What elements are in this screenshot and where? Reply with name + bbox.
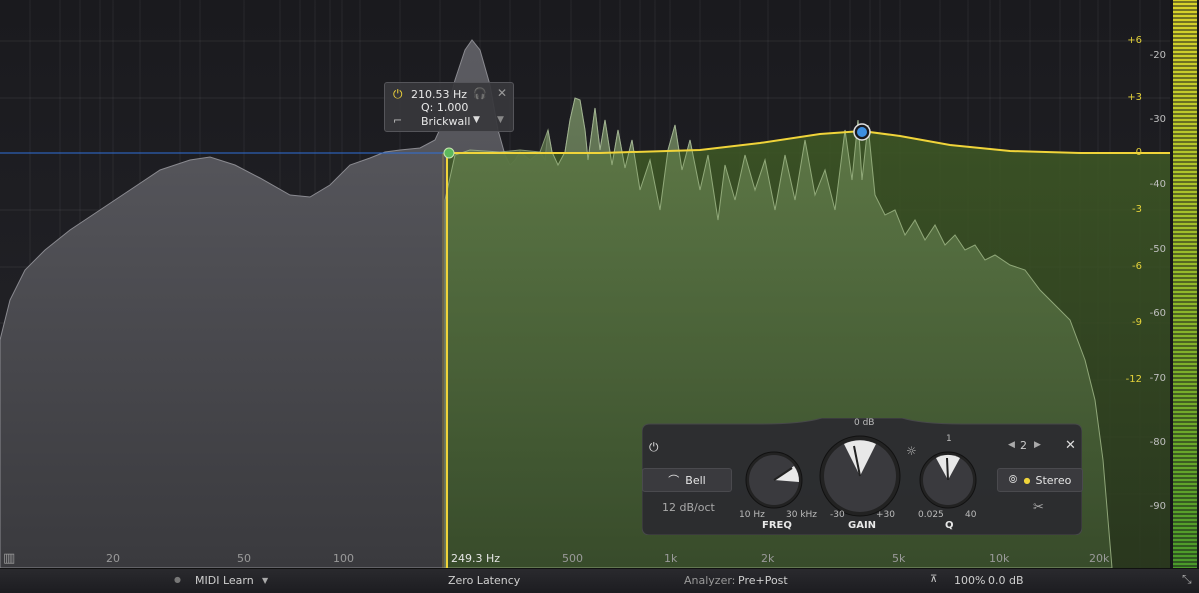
cursor-frequency: 249.3 Hz (451, 552, 501, 565)
output-level-meter (1173, 0, 1197, 568)
gain-scale-label: -3 (1132, 204, 1142, 215)
popup-frequency[interactable]: 210.53 Hz (411, 88, 467, 101)
q-min: 0.025 (918, 510, 944, 520)
midi-indicator-icon: ● (174, 575, 181, 584)
close-icon[interactable]: ✕ (497, 86, 507, 100)
gain-zero: 0 dB (854, 418, 875, 428)
popup-shape[interactable]: Brickwall (421, 115, 470, 128)
q-knob[interactable] (918, 450, 978, 510)
band-1-node[interactable] (443, 147, 455, 159)
band-close-icon[interactable]: ✕ (1065, 438, 1076, 453)
stereo-label: Stereo (1035, 473, 1072, 487)
scissors-icon[interactable]: ✂ (1033, 500, 1044, 515)
analyzer-label: Analyzer: (684, 574, 736, 587)
shape-label: Bell (685, 473, 706, 487)
freq-knob[interactable] (744, 450, 804, 510)
frequency-axis-label: 10k (989, 552, 1010, 565)
more-dropdown-icon[interactable]: ▼ (497, 115, 504, 125)
slope-shape-icon: ⌐ (393, 114, 403, 127)
zoom-level[interactable]: 100% (954, 574, 985, 587)
headphones-icon[interactable]: 🎧 (473, 87, 487, 100)
freq-max: 30 kHz (786, 510, 818, 520)
db-scale-label: -50 (1149, 244, 1166, 255)
freq-title: FREQ (762, 520, 792, 531)
bell-shape-icon: ⌒ (668, 474, 680, 487)
eq-plugin-window: +6 +3 0 -3 -6 -9 -12 -20 -30 -40 -50 -60 -70 -80 -90 … (0, 0, 1199, 593)
stereo-dot-icon: ● (1023, 475, 1031, 485)
frequency-axis-label: 20k (1089, 552, 1110, 565)
band-popup[interactable]: ⏻ 210.53 Hz 🎧 ✕ Q: 1.000 ⌐ Brickwall ▼ ▼ (384, 82, 514, 132)
output-gain[interactable]: 0.0 dB (988, 574, 1024, 587)
midi-learn-button[interactable]: MIDI Learn (195, 574, 254, 587)
db-scale-label: -70 (1149, 373, 1166, 384)
band-2-node-core (857, 127, 867, 137)
shape-dropdown-icon[interactable]: ▼ (473, 115, 480, 125)
band-control-panel: ⏻ ⌒ Bell 12 dB/oct 10 Hz 30 kHz FREQ 0 d… (642, 418, 1083, 535)
shape-button[interactable]: ⌒ Bell (642, 468, 732, 492)
db-scale-label: -60 (1149, 308, 1166, 319)
bottom-bar: ● MIDI Learn ▼ Zero Latency Analyzer: Pr… (0, 568, 1199, 593)
frequency-axis-label: 1k (664, 552, 678, 565)
db-scale-label: -90 (1149, 501, 1166, 512)
band-number: 2 (1020, 439, 1027, 452)
db-scale-label: -40 (1149, 179, 1166, 190)
resize-icon[interactable]: ⤡ (1182, 572, 1192, 587)
stereo-button[interactable]: ⦾ ● Stereo (997, 468, 1083, 492)
band-power-icon[interactable]: ⏻ (649, 440, 659, 455)
analyzer-bars-icon[interactable]: ▥ (3, 551, 15, 566)
gain-knob[interactable] (818, 434, 902, 518)
next-band-icon[interactable]: ▶ (1034, 440, 1041, 450)
midi-dropdown-icon[interactable]: ▼ (262, 576, 268, 585)
slope-label[interactable]: 12 dB/oct (662, 501, 715, 514)
gain-settings-icon[interactable]: ☼ (906, 444, 917, 458)
db-scale-label: -20 (1149, 50, 1166, 61)
frequency-axis-label: 50 (237, 552, 251, 565)
gain-title: GAIN (848, 520, 877, 531)
analyzer-mode[interactable]: Pre+Post (738, 574, 788, 587)
q-max: 40 (965, 510, 977, 520)
gain-scale-label: 0 (1135, 147, 1142, 158)
db-scale-label: -80 (1149, 437, 1166, 448)
latency-mode[interactable]: Zero Latency (448, 574, 520, 587)
prev-band-icon[interactable]: ◀ (1008, 440, 1015, 450)
freq-min: 10 Hz (739, 510, 765, 520)
q-top: 1 (946, 434, 952, 444)
gain-scale-label: +3 (1127, 92, 1142, 103)
frequency-axis-label: 500 (562, 552, 583, 565)
frequency-axis-label: 100 (333, 552, 354, 565)
frequency-axis-label: 2k (761, 552, 775, 565)
phase-icon[interactable]: ⊼ (930, 574, 937, 585)
db-scale-label: -30 (1149, 114, 1166, 125)
q-title: Q (945, 520, 954, 531)
gain-max: +30 (876, 510, 895, 520)
popup-q[interactable]: Q: 1.000 (421, 101, 468, 114)
gain-min: -30 (830, 510, 845, 520)
stereo-link-icon: ⦾ (1008, 473, 1018, 486)
power-icon[interactable]: ⏻ (393, 87, 403, 102)
frequency-axis-label: 20 (106, 552, 120, 565)
frequency-axis-label: 5k (892, 552, 906, 565)
gain-scale-label: -6 (1132, 261, 1142, 272)
gain-scale-label: +6 (1127, 35, 1142, 46)
